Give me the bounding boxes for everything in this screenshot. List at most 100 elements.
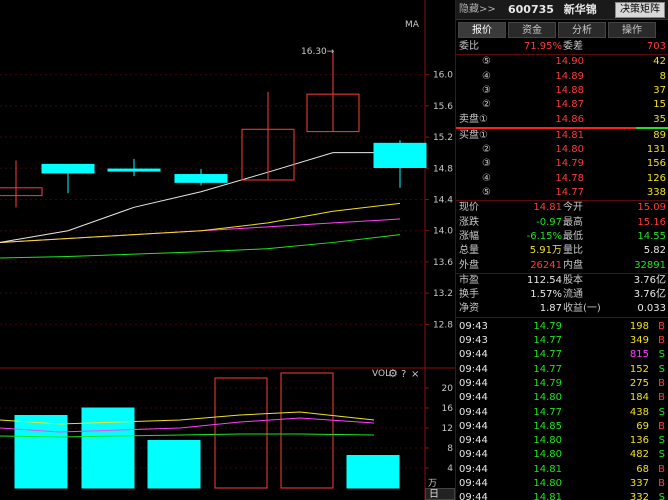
sell-volume: 42 xyxy=(653,56,666,68)
buy-volume: 126 xyxy=(646,172,666,184)
fundamental-row: 换手 1.57% 流通 3.76亿 xyxy=(456,288,668,302)
panel-tabs: 报价 资金 分析 操作 xyxy=(456,22,668,38)
buy-level-label: ② xyxy=(482,144,491,156)
price-tick-label: 14.0 xyxy=(433,227,453,237)
candle-body xyxy=(41,163,95,174)
sell-price: 14.90 xyxy=(555,56,584,68)
buy-price: 14.79 xyxy=(555,158,584,170)
fundamental-value: 1.87 xyxy=(539,303,562,315)
buy-level-row: ⑤ 14.77 338 xyxy=(456,186,668,200)
trade-time: 09:44 xyxy=(459,435,488,447)
trade-volume: 815 xyxy=(629,349,649,361)
trade-price: 14.81 xyxy=(533,492,562,500)
kline-chart[interactable]: 16.0 15.6 15.2 14.8 14.4 14.0 13.6 13.2 12.8 20 16… xyxy=(0,0,455,500)
day-line-tab[interactable]: 日 线 xyxy=(425,488,455,500)
hide-panel-button[interactable]: 隐藏>> xyxy=(456,0,496,20)
buy-level-label: ④ xyxy=(482,172,491,184)
stat-row: 现价 14.81 今开 15.09 xyxy=(456,201,668,215)
candle-body xyxy=(0,187,43,197)
stat-row: 涨幅 -6.15% 最低 14.55 xyxy=(456,230,668,244)
volume-bar xyxy=(280,372,334,489)
trade-price: 14.77 xyxy=(533,349,562,361)
decision-matrix-button[interactable]: 决策矩阵 xyxy=(615,2,665,18)
fundamental-value: 1.57% xyxy=(530,289,562,301)
weicha-value: 703 xyxy=(646,41,666,52)
trade-time: 09:44 xyxy=(459,377,488,389)
trade-volume: 68 xyxy=(636,463,649,475)
sell-level-label: ② xyxy=(482,99,491,111)
buy-level-row: ④ 14.78 126 xyxy=(456,172,668,186)
trade-volume: 438 xyxy=(629,406,649,418)
sell-level-row: ③ 14.88 37 xyxy=(456,84,668,98)
trade-row: 09:43 14.79 198 B xyxy=(456,320,668,334)
stat-label: 涨幅 xyxy=(459,230,479,242)
buy-volume: 156 xyxy=(646,158,666,170)
tab-funds[interactable]: 资金 xyxy=(508,22,556,38)
buy-level-label: 买盘① xyxy=(459,129,488,141)
stat-label: 总量 xyxy=(459,245,479,257)
trade-side: B xyxy=(658,392,665,404)
fundamental-row: 市盈 112.54 股本 3.76亿 xyxy=(456,274,668,288)
volume-bar xyxy=(81,407,135,489)
trade-row: 09:44 14.81 332 S xyxy=(456,491,668,500)
price-tick-label: 15.6 xyxy=(433,102,453,112)
weibi-label: 委比 xyxy=(459,41,479,52)
trade-time: 09:44 xyxy=(459,363,488,375)
tab-analysis[interactable]: 分析 xyxy=(558,22,606,38)
fundamental-value-2: 3.76亿 xyxy=(633,274,666,286)
fundamental-label-2: 流通 xyxy=(563,289,583,301)
ma30-line xyxy=(0,234,401,259)
sell-level-row: ② 14.87 15 xyxy=(456,98,668,112)
trade-time: 09:43 xyxy=(459,335,488,346)
stat-label: 涨跌 xyxy=(459,216,479,228)
buy-volume: 89 xyxy=(653,129,666,141)
trade-time: 09:44 xyxy=(459,449,488,461)
buy-level-label: ⑤ xyxy=(482,187,491,198)
buy-volume: 131 xyxy=(646,144,666,156)
price-tick-label: 13.2 xyxy=(433,289,453,299)
quote-panel: 隐藏>> 600735 新华锦 决策矩阵 报价 资金 分析 操作 委比 71.95… xyxy=(455,0,668,500)
sell-level-label: ⑤ xyxy=(482,56,491,68)
stat-label: 外盘 xyxy=(459,259,479,271)
trade-price: 14.77 xyxy=(533,406,562,418)
gear-icon: ⚙ xyxy=(388,367,398,380)
price-tick-label: 16.0 xyxy=(433,71,453,81)
trade-side: S xyxy=(658,363,665,375)
stat-value: 14.81 xyxy=(533,202,562,214)
sell-volume: 35 xyxy=(653,113,666,125)
trade-volume: 152 xyxy=(629,363,649,375)
close-icon: × xyxy=(411,369,419,380)
trade-price: 14.79 xyxy=(533,320,562,332)
trade-price: 14.80 xyxy=(533,478,562,489)
trade-side: S xyxy=(658,449,665,461)
weibi-value: 71.95% xyxy=(523,41,562,52)
stat-value-2: 15.16 xyxy=(637,216,666,228)
stat-label-2: 内盘 xyxy=(563,259,583,271)
trade-row: 09:44 14.80 337 B xyxy=(456,477,668,491)
sell-volume: 8 xyxy=(659,70,666,82)
trade-row: 09:44 14.80 482 S xyxy=(456,448,668,462)
trade-time: 09:44 xyxy=(459,492,488,500)
price-tick-label: 14.4 xyxy=(433,196,453,206)
candle-body xyxy=(107,168,161,172)
price-tick-label: 12.8 xyxy=(433,320,453,330)
trade-price: 14.81 xyxy=(533,463,562,475)
trade-volume: 349 xyxy=(629,335,649,346)
fundamental-value: 112.54 xyxy=(527,274,562,286)
trade-volume: 184 xyxy=(629,392,649,404)
fundamental-label: 市盈 xyxy=(459,274,479,286)
tab-operation[interactable]: 操作 xyxy=(608,22,656,38)
buy-price: 14.81 xyxy=(555,129,584,141)
tab-quote[interactable]: 报价 xyxy=(458,22,506,38)
quote-divider xyxy=(456,316,668,318)
sell-price: 14.88 xyxy=(555,84,584,96)
trade-row: 09:44 14.81 68 B xyxy=(456,463,668,477)
trade-side: S xyxy=(658,435,665,447)
stat-row: 外盘 26241 内盘 32891 xyxy=(456,259,668,273)
vol-tick-label: 16 xyxy=(442,404,454,414)
ma-label: MA xyxy=(405,20,420,30)
fundamental-label: 净资 xyxy=(459,303,479,315)
trade-side: B xyxy=(658,377,665,389)
trade-side: B xyxy=(658,420,665,432)
trade-volume: 198 xyxy=(629,320,649,332)
